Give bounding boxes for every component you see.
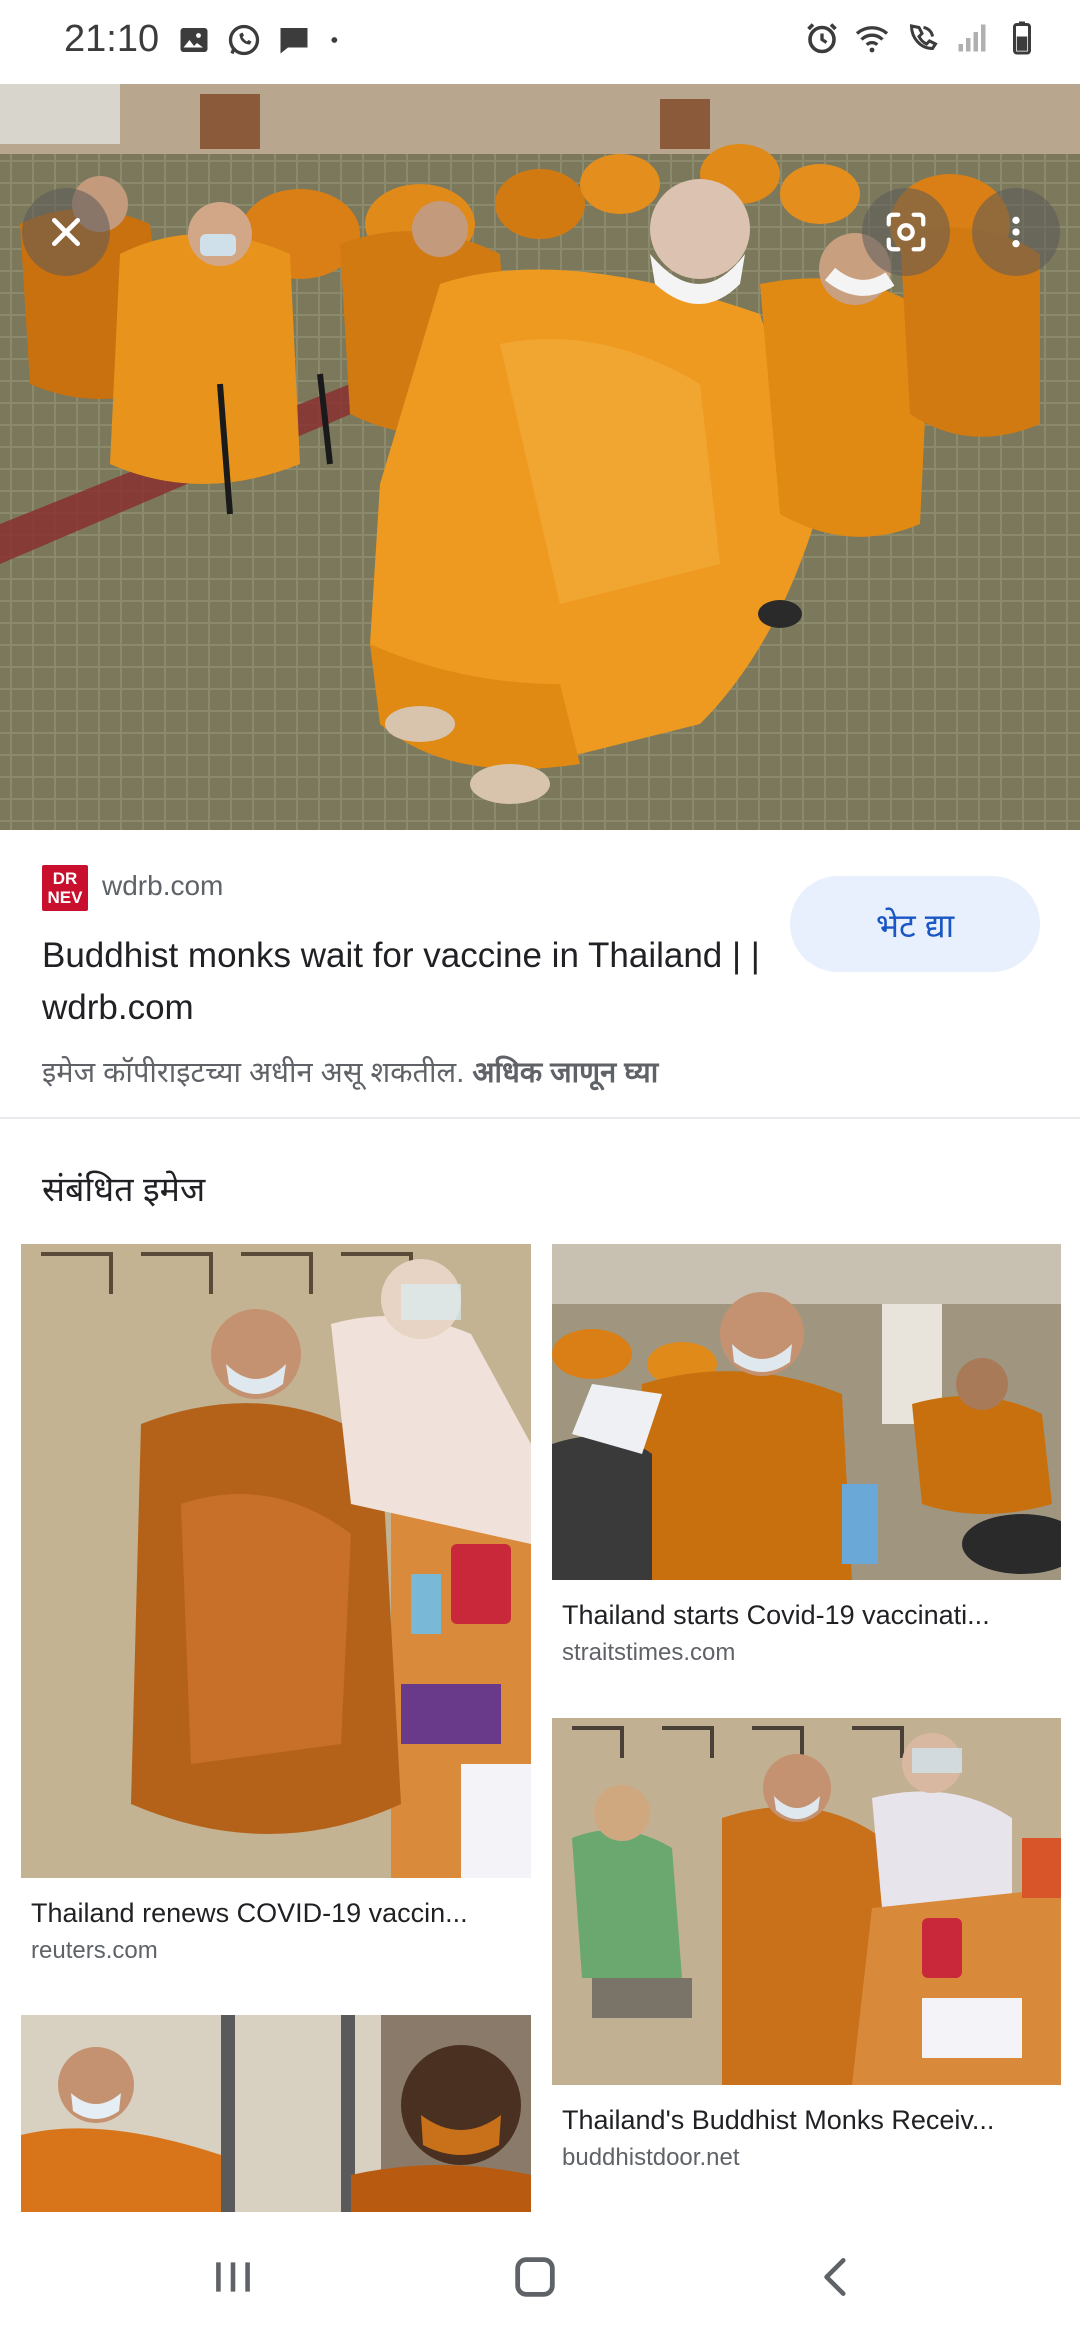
source-logo-line1: DR (52, 869, 78, 888)
home-button[interactable] (500, 2242, 570, 2312)
wifi-icon (855, 26, 889, 53)
related-source: buddhistdoor.net (562, 2144, 740, 2171)
related-card[interactable]: Thailand's Buddhist Monks Receiv... budd… (552, 1718, 1061, 2172)
related-thumbnail[interactable] (552, 1718, 1061, 2085)
monk-vaccination-photo (552, 1718, 1061, 2085)
alarm-icon (807, 23, 837, 54)
navigation-bar (0, 2212, 1080, 2340)
recents-button[interactable] (198, 2242, 268, 2312)
source-title[interactable]: Buddhist monks wait for vaccine in Thail… (42, 930, 762, 1034)
image-source-panel: DR NEV wdrb.com Buddhist monks wait for … (0, 830, 1080, 1118)
related-card[interactable]: Thailand starts Covid-19 vaccinati... st… (552, 1244, 1061, 1667)
learn-more-link[interactable]: अधिक जाणून घ्या (472, 1057, 658, 1089)
related-thumbnail[interactable] (552, 1244, 1061, 1580)
copyright-text: इमेज कॉपीराइटच्या अधीन असू शकतील. (42, 1057, 465, 1089)
status-notification-icons (176, 22, 346, 58)
more-options-button[interactable] (972, 188, 1060, 276)
status-time: 21:10 (64, 18, 160, 60)
visit-button[interactable]: भेट द्या (790, 876, 1040, 972)
related-thumbnail[interactable] (21, 2015, 531, 2212)
back-icon (824, 2258, 846, 2296)
recents-icon (216, 2262, 250, 2292)
gallery-icon (180, 28, 208, 52)
related-thumbnail[interactable] (21, 1244, 531, 1878)
divider (0, 1117, 1080, 1119)
home-icon (515, 2257, 555, 2297)
monk-portrait-photo (21, 2015, 531, 2212)
more-vert-icon (1012, 216, 1020, 248)
battery-icon (1013, 21, 1031, 55)
related-title: Thailand's Buddhist Monks Receiv... (562, 2105, 995, 2135)
signal-icon (958, 24, 986, 52)
close-button[interactable] (22, 188, 110, 276)
lens-icon (886, 212, 926, 252)
source-domain[interactable]: wdrb.com (102, 870, 223, 902)
related-card[interactable]: Thailand renews COVID-19 vaccin... reute… (21, 1244, 531, 1965)
related-source: straitstimes.com (562, 1639, 736, 1666)
hero-image[interactable] (0, 84, 1080, 830)
whatsapp-icon (228, 24, 260, 56)
monk-vaccination-photo (552, 1244, 1061, 1580)
message-icon (280, 28, 308, 54)
related-images-heading: संबंधित इमेज (42, 1171, 206, 1209)
source-logo-line2: NEV (47, 888, 83, 907)
status-system-icons (804, 20, 1040, 56)
status-bar: 21:10 (0, 0, 1080, 84)
related-title: Thailand renews COVID-19 vaccin... (31, 1898, 468, 1928)
wifi-call-icon (909, 24, 938, 51)
copyright-notice: इमेज कॉपीराइटच्या अधीन असू शकतील. अधिक ज… (42, 1052, 658, 1091)
lens-button[interactable] (862, 188, 950, 276)
related-source: reuters.com (31, 1937, 158, 1964)
source-logo: DR NEV (42, 865, 88, 911)
related-title: Thailand starts Covid-19 vaccinati... (562, 1600, 990, 1630)
dot-icon (331, 37, 338, 43)
related-card[interactable] (21, 2015, 531, 2212)
monk-vaccination-photo (21, 1244, 531, 1878)
close-icon (52, 218, 80, 246)
back-button[interactable] (802, 2242, 872, 2312)
